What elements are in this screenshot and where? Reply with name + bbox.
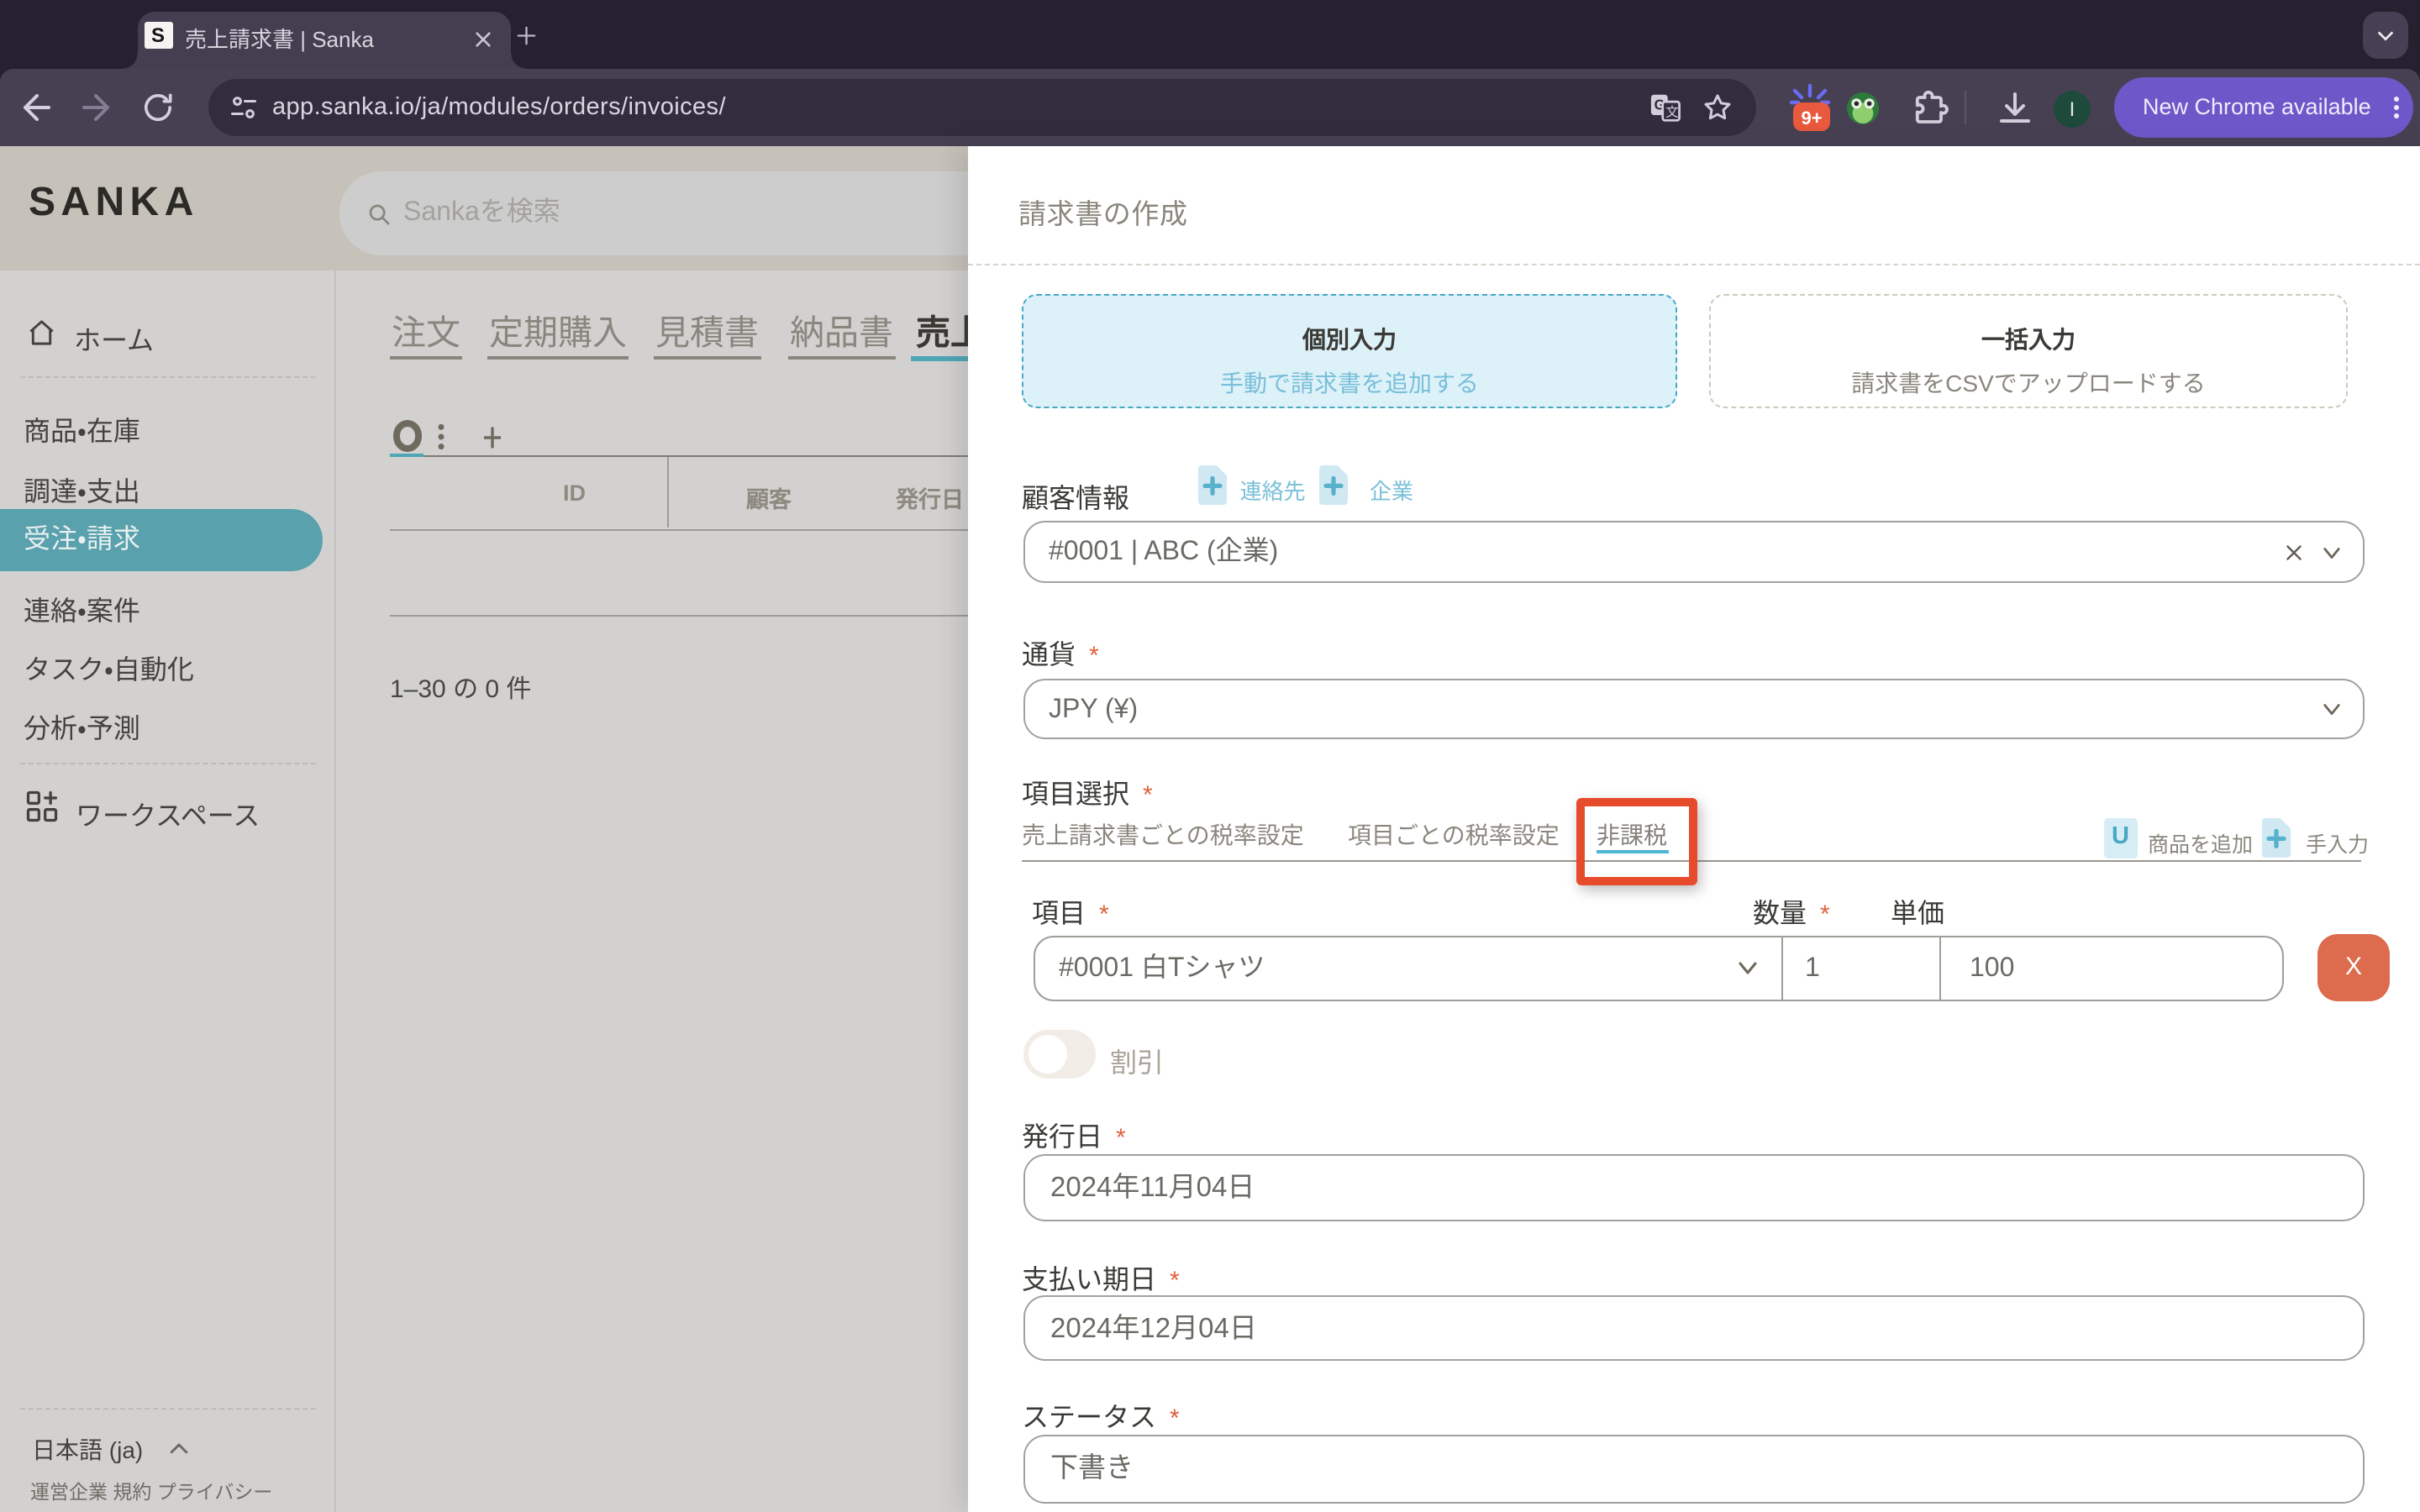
svg-text:文: 文 [1665,104,1678,118]
svg-text:9+: 9+ [1801,108,1822,129]
